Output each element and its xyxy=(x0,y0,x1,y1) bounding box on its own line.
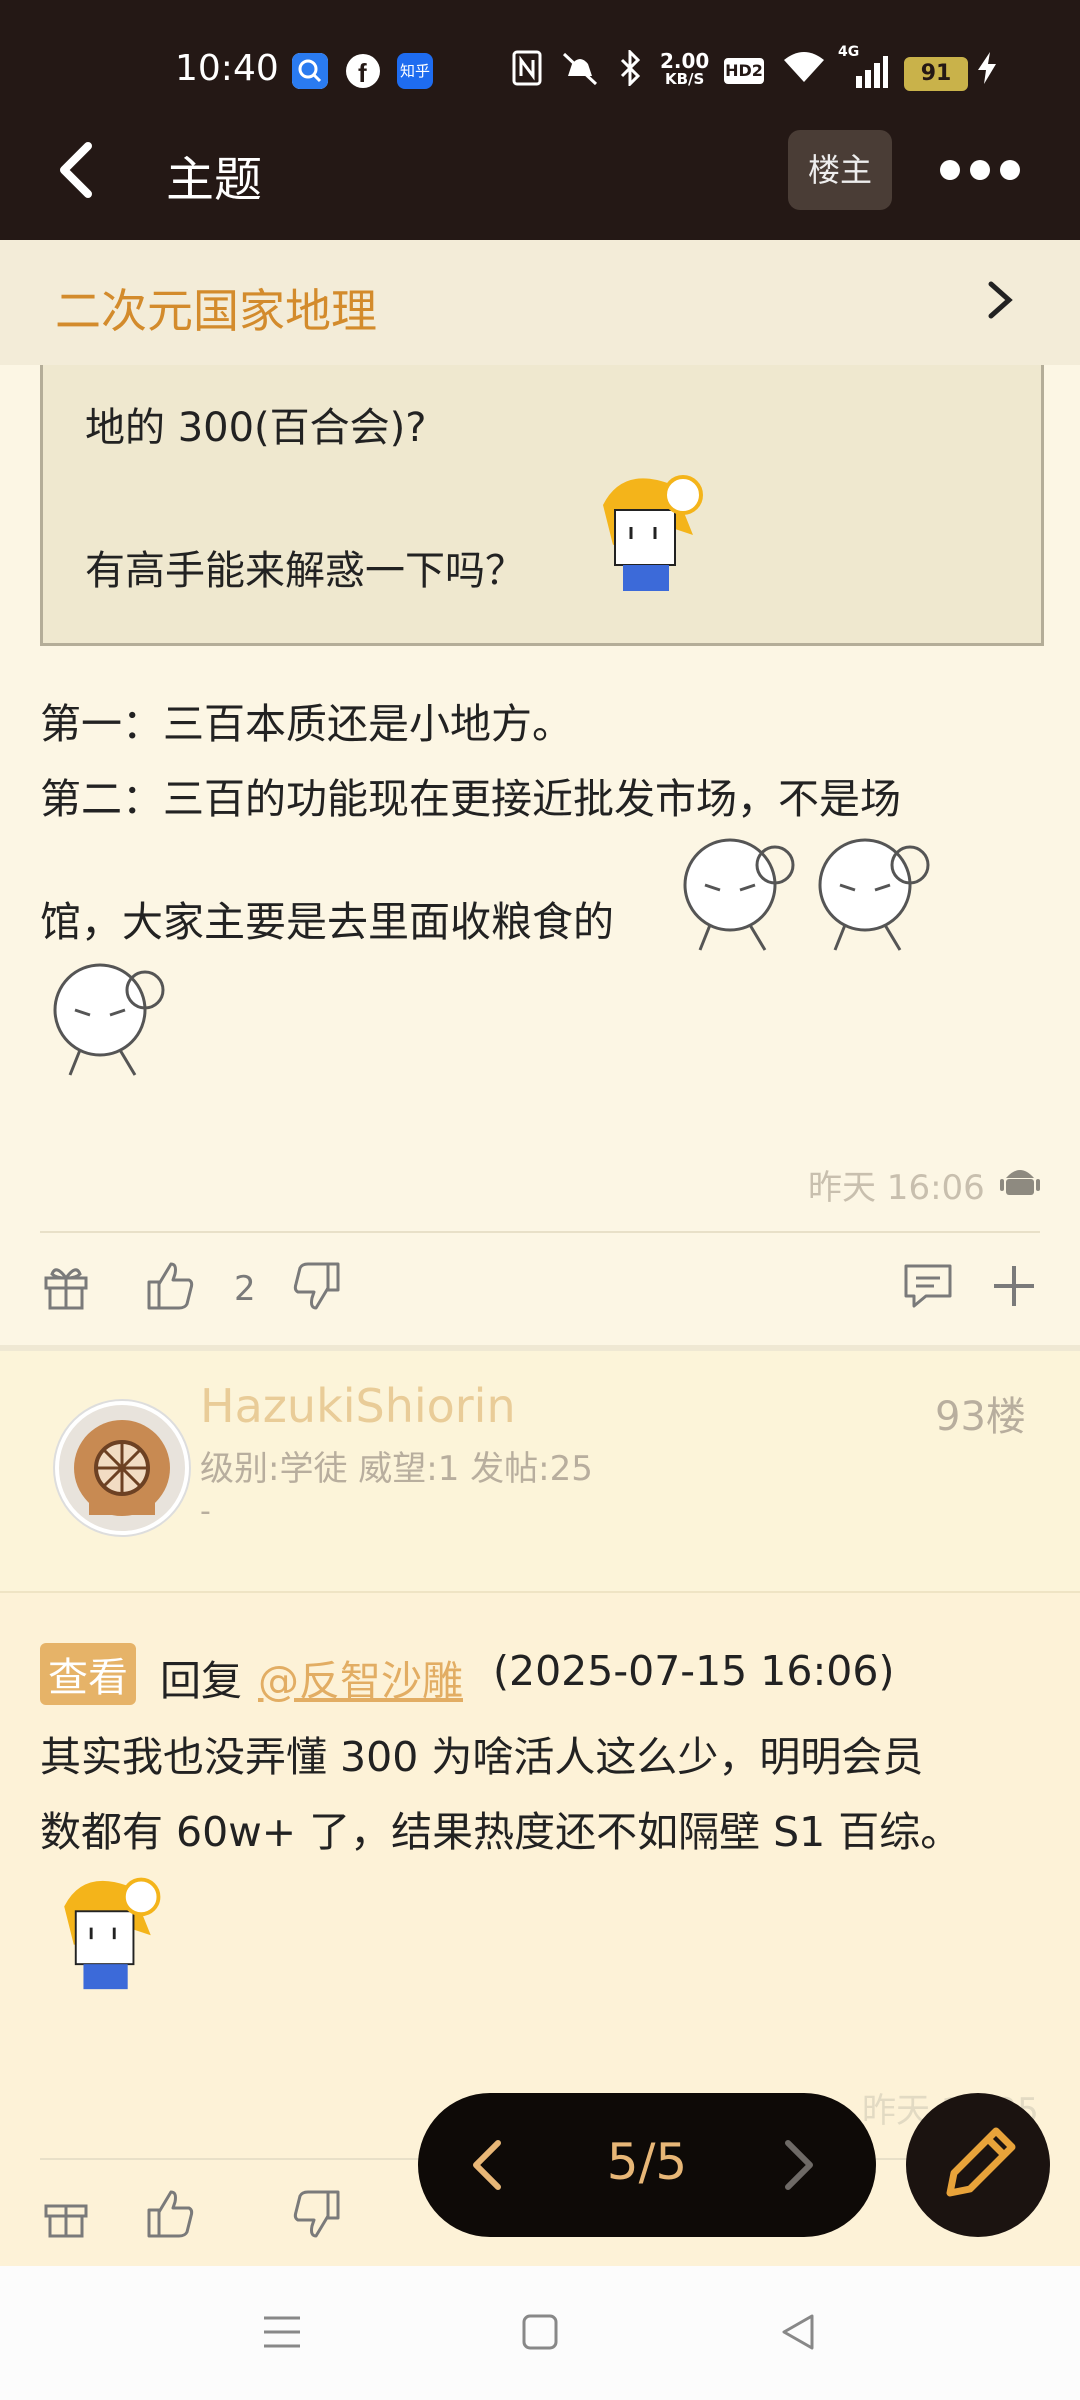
user-signature: - xyxy=(200,1494,211,1529)
username[interactable]: HazukiShiorin xyxy=(200,1379,516,1433)
chevron-left-icon xyxy=(60,142,92,198)
floor-number: 93楼 xyxy=(935,1394,1026,1440)
hd-icon: HD2 xyxy=(724,58,764,84)
user-stats: 级别:学徒 威望:1 发帖:25 xyxy=(200,1449,593,1489)
dislike-icon[interactable] xyxy=(290,2188,342,2240)
forum-bar[interactable]: 二次元国家地理 xyxy=(0,240,1080,365)
system-nav-bar xyxy=(0,2266,1080,2400)
view-quote-button[interactable]: 查看 xyxy=(40,1643,136,1705)
sticker-cry-icon xyxy=(683,838,795,951)
back-nav-icon[interactable] xyxy=(776,2310,820,2354)
gift-icon[interactable] xyxy=(40,2188,92,2240)
android-icon xyxy=(1000,1170,1040,1195)
title-bar: 主题 楼主 xyxy=(0,100,1080,240)
home-icon[interactable] xyxy=(518,2310,562,2354)
next-page-button[interactable] xyxy=(778,2137,818,2193)
chevron-right-icon xyxy=(988,281,1013,319)
body-text-line: 馆，大家主要是去里面收粮食的 xyxy=(40,898,614,946)
reply-label: 回复 xyxy=(160,1657,242,1705)
forum-name[interactable]: 二次元国家地理 xyxy=(55,275,377,341)
net-speed: 2.00 KB/S xyxy=(660,49,710,88)
compose-button[interactable] xyxy=(906,2093,1050,2237)
divider xyxy=(40,1231,1040,1233)
sticker-cry-icon xyxy=(818,838,930,951)
quote-line: 地的 300(百合会)? xyxy=(85,405,427,451)
pencil-icon xyxy=(946,2127,1016,2197)
mention-link[interactable]: @反智沙雕 xyxy=(258,1647,463,1707)
charging-icon xyxy=(976,50,998,93)
post-author-header: HazukiShiorin 93楼 级别:学徒 威望:1 发帖:25 - xyxy=(0,1351,1080,1591)
page-title: 主题 xyxy=(166,152,263,208)
body-text-line: 其实我也没弄懂 300 为啥活人这么少，明明会员 xyxy=(40,1733,924,1781)
page-navigator: 5/5 xyxy=(418,2093,876,2237)
body-text-line: 数都有 60w+ 了，结果热度还不如隔壁 S1 百综。 xyxy=(40,1808,962,1856)
status-time: 10:40 xyxy=(175,48,279,89)
like-count: 2 xyxy=(234,1269,256,1309)
sticker-cry-icon xyxy=(53,963,165,1076)
post-floor-92: 地的 300(百合会)? 有高手能来解惑一下吗？ 第一：三百本质还是小地方。 第… xyxy=(0,365,1080,1345)
bluetooth-icon xyxy=(616,48,644,93)
post-time: 昨天 16:06 xyxy=(808,1168,985,1208)
more-options-button[interactable] xyxy=(940,160,1030,184)
back-button[interactable] xyxy=(50,140,110,200)
dislike-icon[interactable] xyxy=(290,1260,342,1312)
svg-text:f: f xyxy=(358,58,367,88)
facebook-icon: f xyxy=(345,53,381,89)
louzhu-filter-button[interactable]: 楼主 xyxy=(788,130,892,210)
dot-icon xyxy=(940,160,960,180)
reply-date: (2025-07-15 16:06) xyxy=(493,1647,895,1695)
mute-icon xyxy=(560,50,600,93)
like-icon[interactable] xyxy=(145,1260,197,1312)
comment-icon[interactable] xyxy=(902,1260,954,1312)
nfc-icon xyxy=(512,50,542,93)
sticker-face-icon xyxy=(64,1877,161,1990)
avatar[interactable] xyxy=(55,1401,189,1535)
quote-line: 有高手能来解惑一下吗？ xyxy=(85,548,525,594)
diving-helmet-icon xyxy=(74,1420,170,1516)
signal-icon xyxy=(838,56,888,95)
dot-icon xyxy=(970,160,990,180)
sticker-face-icon xyxy=(603,475,703,591)
quote-block: 地的 300(百合会)? 有高手能来解惑一下吗？ xyxy=(40,365,1044,646)
wifi-icon xyxy=(782,50,826,93)
battery-indicator: 91 xyxy=(904,57,968,91)
zhihu-icon: 知乎 xyxy=(397,53,433,89)
search-app-icon xyxy=(292,53,328,89)
body-text-line: 第一：三百本质还是小地方。 xyxy=(40,700,573,748)
menu-icon[interactable] xyxy=(260,2312,304,2352)
dot-icon xyxy=(1000,160,1020,180)
body-text-line: 第二：三百的功能现在更接近批发市场，不是场 xyxy=(40,775,901,823)
like-icon[interactable] xyxy=(145,2188,197,2240)
plus-icon[interactable] xyxy=(988,1260,1040,1312)
gift-icon[interactable] xyxy=(40,1260,92,1312)
